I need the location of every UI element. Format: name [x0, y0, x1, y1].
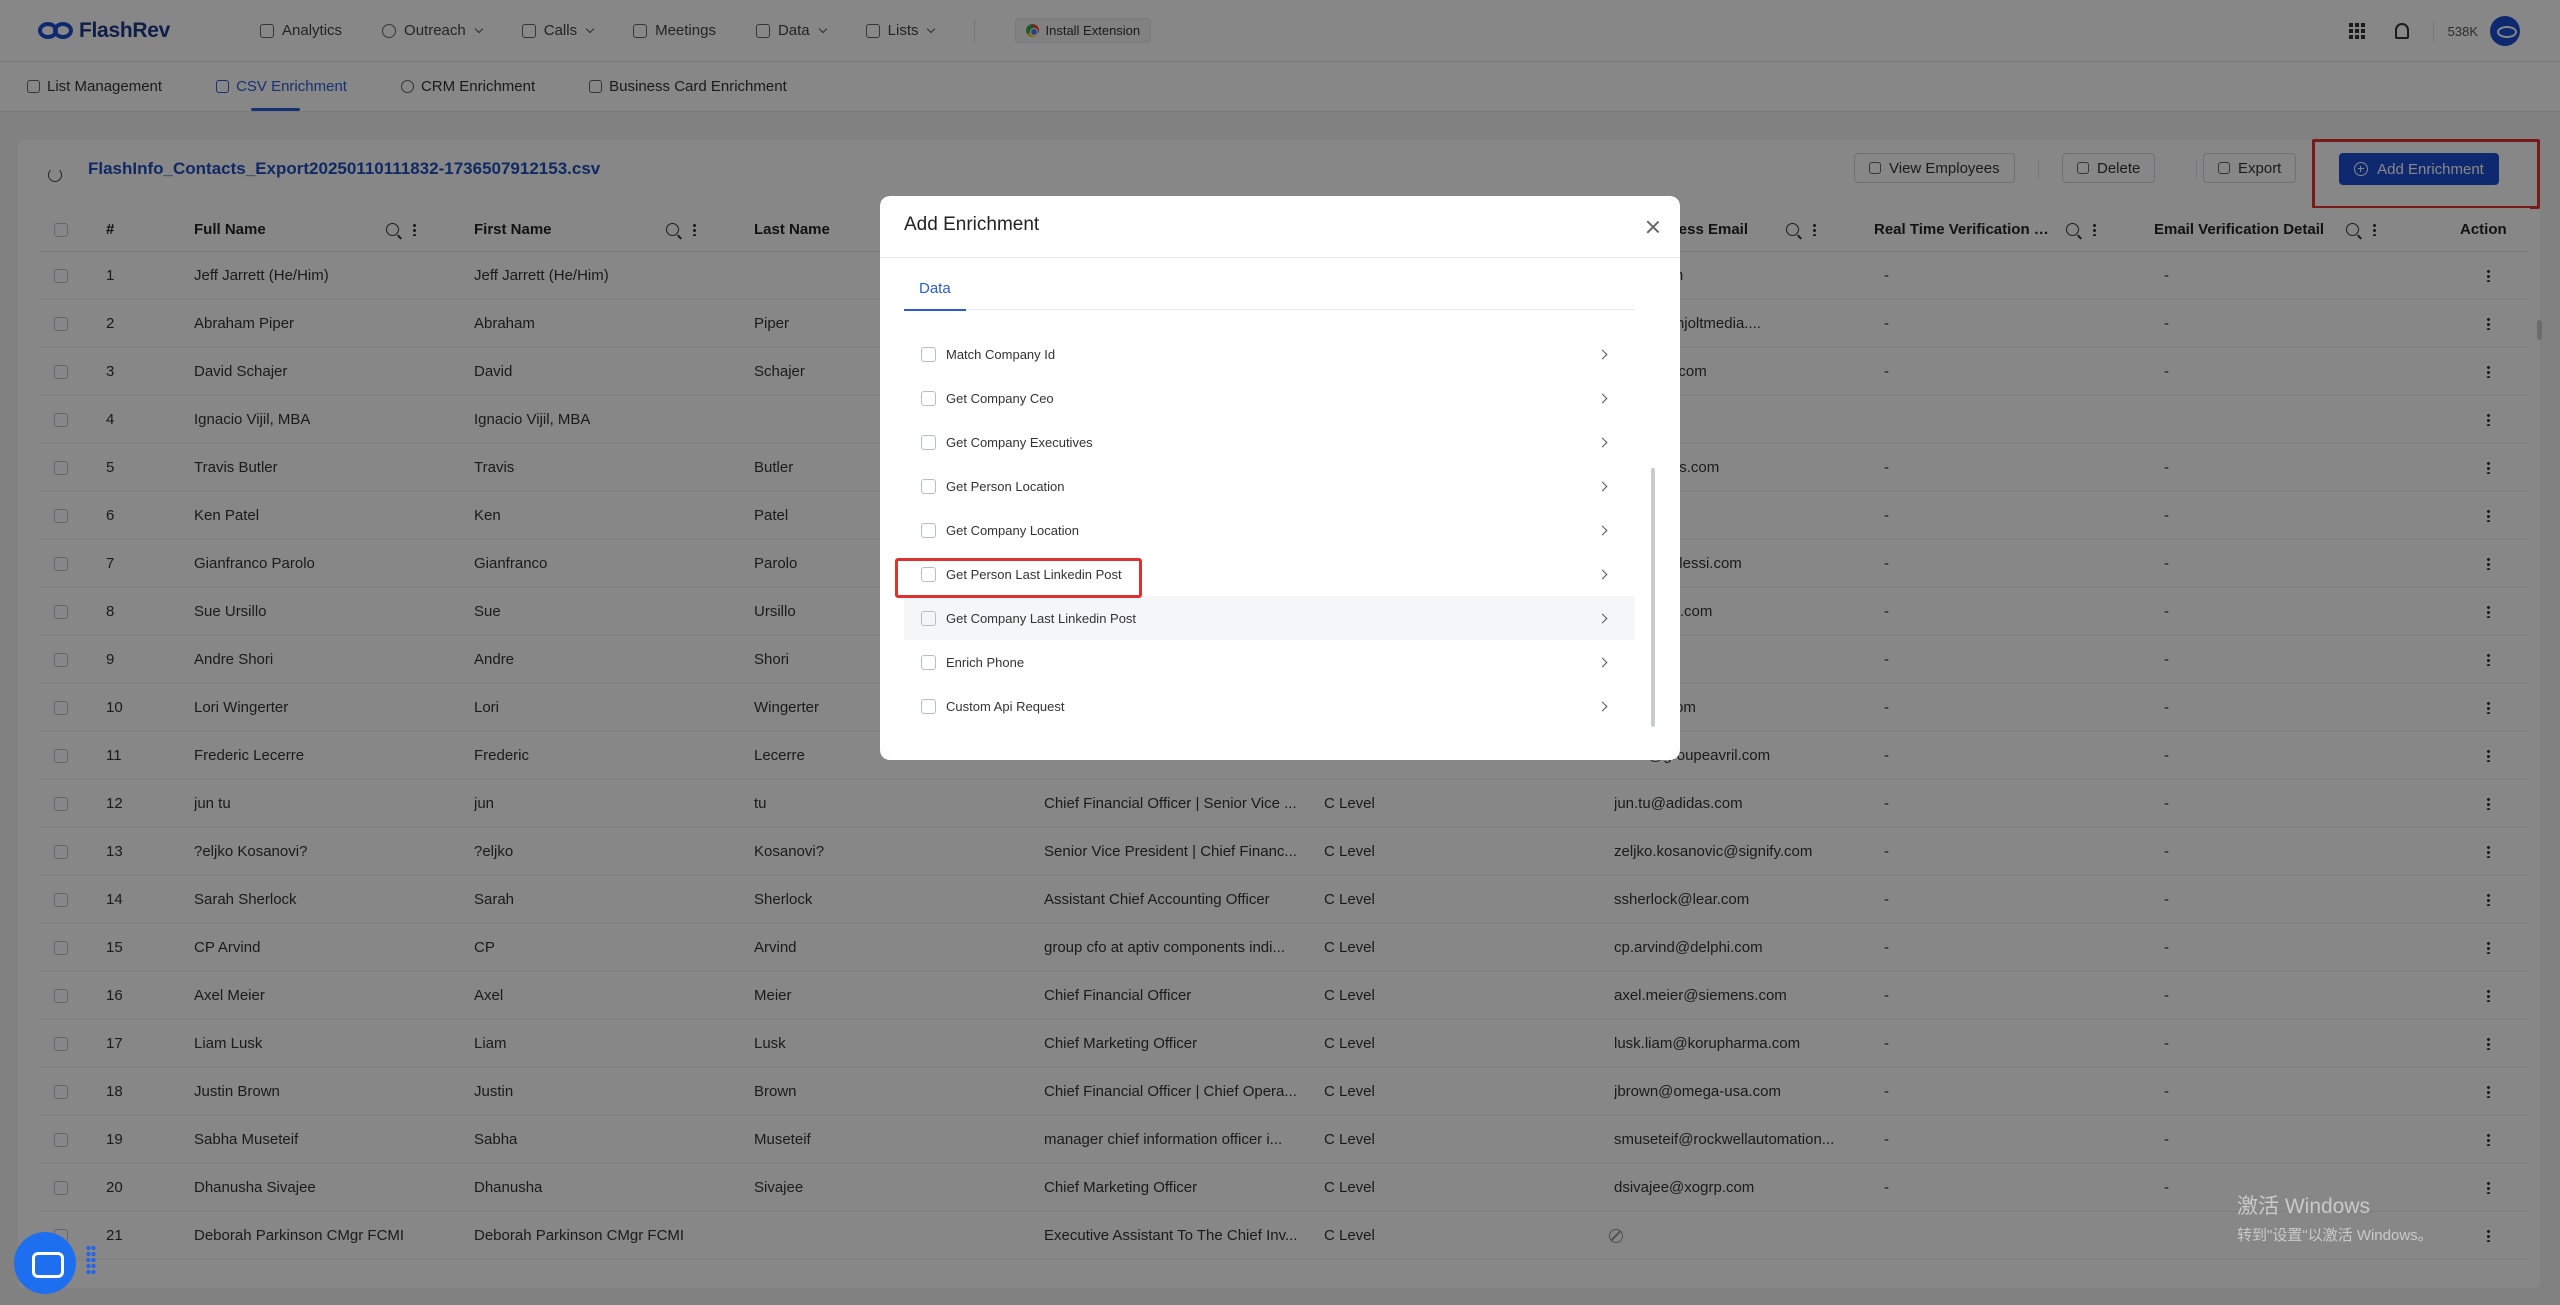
enrichment-option-list: Match Company Id Get Company Ceo Get Compa… — [904, 332, 1635, 728]
enrichment-option[interactable]: Custom Api Request — [904, 684, 1635, 728]
option-label: Get Company Location — [946, 522, 1079, 538]
chevron-right-icon — [1597, 349, 1608, 359]
enrichment-option[interactable]: Enrich Phone — [904, 640, 1635, 684]
watermark-line-1: 激活 Windows — [2237, 1195, 2371, 1218]
windows-activation-watermark: 激活 Windows 转到"设置"以激活 Windows。 — [2237, 1190, 2433, 1245]
enrichment-option[interactable]: Match Company Id — [904, 332, 1635, 376]
add-enrichment-modal: Add Enrichment Data Match Company Id Get … — [880, 196, 1680, 760]
option-label: Custom Api Request — [946, 698, 1065, 714]
option-label: Get Company Ceo — [946, 390, 1054, 406]
option-label: Match Company Id — [946, 346, 1056, 362]
option-checkbox[interactable] — [921, 654, 936, 670]
enrichment-option[interactable]: Get Company Ceo — [904, 376, 1635, 420]
option-checkbox[interactable] — [921, 610, 936, 626]
chevron-right-icon — [1597, 701, 1608, 711]
tab-data[interactable]: Data — [904, 280, 966, 311]
modal-header: Add Enrichment — [880, 196, 1680, 258]
watermark-line-2: 转到"设置"以激活 Windows。 — [2237, 1227, 2433, 1244]
chevron-right-icon — [1597, 481, 1608, 491]
enrichment-option[interactable]: Get Company Last Linkedin Post — [904, 596, 1635, 640]
highlight-box — [895, 558, 1142, 598]
option-checkbox[interactable] — [921, 698, 936, 714]
option-checkbox[interactable] — [921, 478, 936, 494]
modal-title: Add Enrichment — [904, 214, 1040, 235]
option-label: Get Person Location — [946, 478, 1065, 494]
chevron-right-icon — [1597, 437, 1608, 447]
chevron-right-icon — [1597, 525, 1608, 535]
chevron-right-icon — [1597, 613, 1608, 623]
chevron-right-icon — [1597, 393, 1608, 403]
close-icon[interactable] — [1646, 220, 1660, 234]
chat-support-button[interactable] — [14, 1232, 76, 1294]
chevron-right-icon — [1597, 657, 1608, 667]
enrichment-option[interactable]: Get Company Location — [904, 508, 1635, 552]
option-label: Get Company Last Linkedin Post — [946, 610, 1137, 626]
option-checkbox[interactable] — [921, 346, 936, 362]
enrichment-option[interactable]: Get Company Executives — [904, 420, 1635, 464]
option-checkbox[interactable] — [921, 522, 936, 538]
drag-handle-icon[interactable] — [86, 1245, 96, 1275]
modal-tabs: Data — [904, 280, 1635, 311]
option-label: Get Company Executives — [946, 434, 1093, 450]
modal-scrollbar[interactable] — [1651, 468, 1655, 727]
enrichment-option[interactable]: Get Person Location — [904, 464, 1635, 508]
option-label: Enrich Phone — [946, 654, 1025, 670]
chevron-right-icon — [1597, 569, 1608, 579]
option-checkbox[interactable] — [921, 390, 936, 406]
option-checkbox[interactable] — [921, 434, 936, 450]
